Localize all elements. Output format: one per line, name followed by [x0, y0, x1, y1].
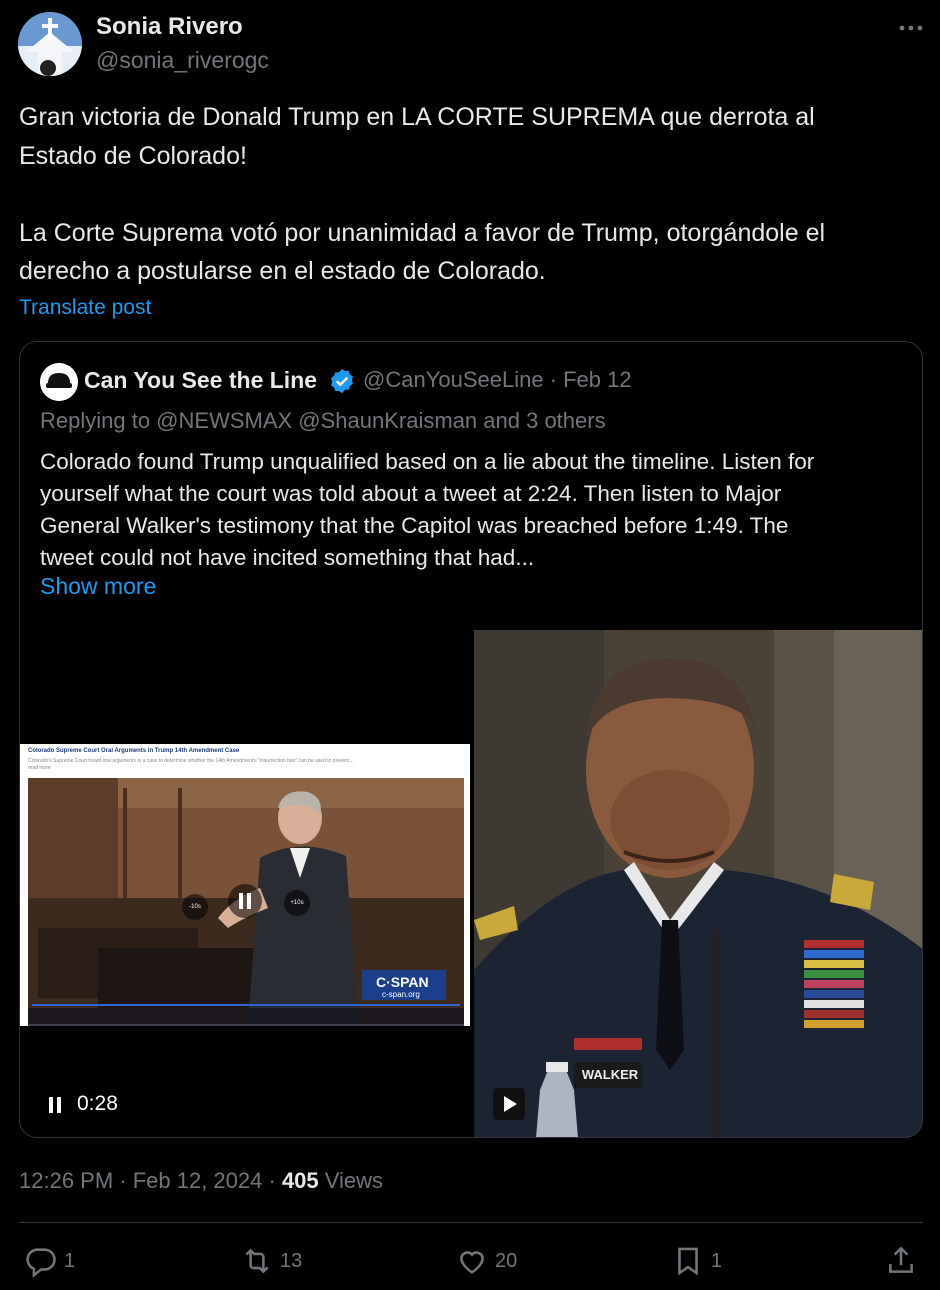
author-name[interactable]: Sonia Rivero — [96, 13, 243, 41]
quoted-text-line: Colorado found Trump unqualified based o… — [40, 449, 815, 474]
like-button[interactable]: 20 — [455, 1244, 517, 1280]
cspan-logo: C·SPAN — [376, 974, 429, 990]
pause-icon[interactable] — [46, 1093, 66, 1117]
replying-to: Replying to @NEWSMAX @ShaunKraisman and … — [40, 408, 606, 433]
inner-controls-bar — [28, 1008, 464, 1026]
more-options-icon[interactable] — [893, 14, 929, 42]
repost-button[interactable]: 13 — [240, 1244, 302, 1280]
quoted-text-line: General Walker's testimony that the Capi… — [40, 513, 789, 538]
avatar[interactable] — [18, 12, 82, 76]
skip-forward-button[interactable]: +10s — [284, 890, 310, 916]
cspan-frame: Colorado Supreme Court Oral Arguments in… — [20, 744, 470, 1026]
quoted-handle-date[interactable]: @CanYouSeeLine · Feb 12 — [363, 367, 632, 393]
video-headline: Colorado Supreme Court Oral Arguments in… — [28, 748, 240, 754]
heart-icon — [460, 1251, 484, 1274]
quoted-post[interactable]: Can You See the Line @CanYouSeeLine · Fe… — [19, 341, 923, 1138]
views-count: 405 — [281, 1168, 319, 1193]
quoted-author-name[interactable]: Can You See the Line — [84, 367, 317, 394]
post-text-line: Gran victoria de Donald Trump en LA CORT… — [19, 103, 815, 131]
post-text-line: La Corte Suprema votó por unanimidad a f… — [19, 219, 826, 247]
repost-count: 13 — [280, 1249, 303, 1272]
video-left-panel[interactable]: Colorado Supreme Court Oral Arguments in… — [20, 630, 474, 1137]
inner-progress-bar[interactable] — [32, 1004, 460, 1006]
post-text-line: Estado de Colorado! — [19, 142, 247, 170]
inner-pause-icon[interactable] — [228, 884, 262, 918]
video-right-panel[interactable]: WALKER — [474, 630, 922, 1137]
reply-count: 1 — [64, 1249, 76, 1272]
nameplate: WALKER — [581, 1067, 639, 1082]
cspan-url: c-span.org — [382, 990, 420, 999]
views-label: Views — [318, 1168, 384, 1193]
video-subline: Colorado's Supreme Court heard oral argu… — [28, 758, 354, 771]
post-text-line: derecho a postularse en el estado de Col… — [19, 257, 546, 285]
skip-back-button[interactable]: -10s — [182, 894, 208, 920]
bookmark-button[interactable]: 1 — [671, 1244, 722, 1280]
quoted-text-line: tweet could not have incited something t… — [40, 545, 535, 570]
reply-button[interactable]: 1 — [24, 1244, 75, 1280]
bookmark-icon — [678, 1247, 698, 1276]
play-icon[interactable] — [493, 1088, 525, 1120]
video-time: 0:28 — [77, 1092, 118, 1115]
verified-badge-icon — [328, 367, 356, 395]
like-count: 20 — [495, 1249, 518, 1272]
divider — [19, 1222, 923, 1223]
quoted-text-line: yourself what the court was told about a… — [40, 481, 782, 506]
author-handle[interactable]: @sonia_riverogc — [96, 47, 269, 74]
repost-icon — [245, 1248, 269, 1274]
post-meta: 12:26 PM · Feb 12, 2024 · 405 Views — [19, 1168, 383, 1194]
share-button[interactable] — [884, 1244, 918, 1280]
bookmark-count: 1 — [711, 1249, 723, 1272]
reply-icon — [26, 1248, 56, 1278]
translate-post-link[interactable]: Translate post — [19, 296, 151, 320]
quoted-avatar[interactable] — [40, 363, 78, 401]
timestamp[interactable]: 12:26 PM · Feb 12, 2024 · — [19, 1168, 282, 1193]
share-icon — [889, 1246, 913, 1273]
show-more-link[interactable]: Show more — [40, 573, 156, 600]
